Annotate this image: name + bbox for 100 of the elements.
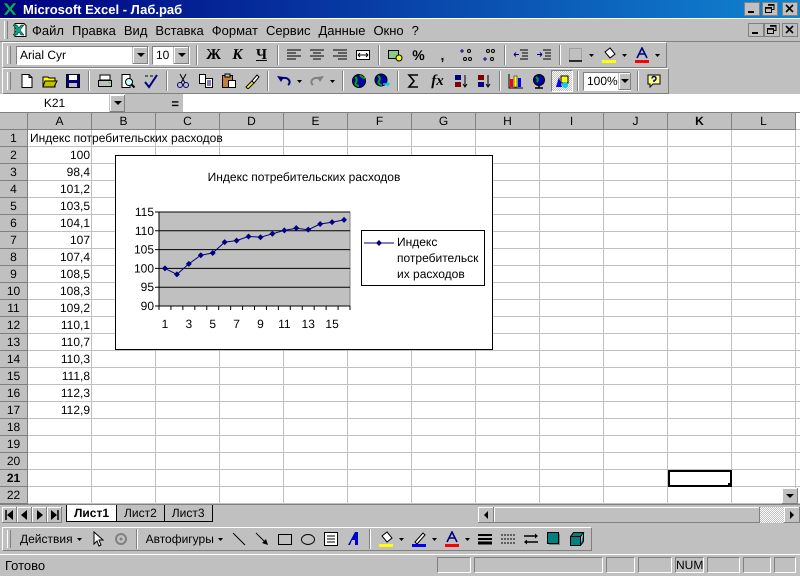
- currency-icon[interactable]: [387, 47, 403, 63]
- decrease-decimal-icon[interactable]: [481, 47, 497, 63]
- chart-icon[interactable]: [508, 73, 524, 89]
- format-button[interactable]: %: [407, 44, 430, 66]
- caret-icon[interactable]: [398, 538, 404, 540]
- row-header[interactable]: 5: [0, 198, 28, 215]
- menu-item[interactable]: Формат: [208, 22, 262, 38]
- row-header[interactable]: 20: [0, 453, 28, 470]
- menu-item[interactable]: Данные: [314, 22, 370, 38]
- menu-item[interactable]: Вид: [120, 22, 152, 38]
- cut-icon[interactable]: [175, 73, 191, 89]
- row-header[interactable]: 17: [0, 402, 28, 419]
- toolbar-handle[interactable]: [7, 46, 11, 64]
- row-header[interactable]: 13: [0, 334, 28, 351]
- menu-button[interactable]: Автофигуры: [142, 529, 227, 549]
- row-header[interactable]: 1: [0, 130, 28, 147]
- map-icon[interactable]: [531, 73, 547, 89]
- toolbar-handle[interactable]: [7, 72, 11, 90]
- caret-icon[interactable]: [330, 80, 335, 82]
- zoom-field[interactable]: 100%: [583, 72, 631, 90]
- print-preview-icon[interactable]: [120, 73, 136, 89]
- excel-logo-icon[interactable]: [2, 1, 18, 17]
- format-button[interactable]: Ж: [202, 44, 225, 66]
- borders-icon[interactable]: [568, 47, 584, 63]
- column-header[interactable]: L: [732, 113, 796, 130]
- column-header[interactable]: G: [412, 113, 476, 130]
- new-file-icon[interactable]: [19, 73, 35, 89]
- menu-item[interactable]: ?: [408, 22, 423, 38]
- menu-button[interactable]: Действия: [16, 529, 86, 549]
- 3d-icon[interactable]: [568, 531, 585, 547]
- printer-icon[interactable]: [97, 73, 113, 89]
- row-header[interactable]: 15: [0, 368, 28, 385]
- chart-area[interactable]: Индекс потребительских расходов 90 95 100 105 110 115 1 3 5 7 9 11 13 15 Индекс потребительских расходов: [115, 155, 493, 350]
- menu-item[interactable]: Файл: [28, 22, 68, 38]
- globe-icon[interactable]: [351, 73, 367, 89]
- scroll-thumb[interactable]: [494, 506, 760, 522]
- caret-icon[interactable]: [622, 54, 627, 56]
- equals-sign[interactable]: =: [171, 96, 179, 110]
- row-header[interactable]: 10: [0, 283, 28, 300]
- row-header[interactable]: 3: [0, 164, 28, 181]
- sort-ascending-icon[interactable]: [453, 73, 469, 89]
- fill-color-icon[interactable]: [601, 47, 617, 63]
- column-header[interactable]: C: [156, 113, 220, 130]
- close-icon[interactable]: [782, 2, 798, 16]
- column-header[interactable]: H: [476, 113, 540, 130]
- menu-item[interactable]: Правка: [68, 22, 120, 38]
- scroll-right-button[interactable]: [784, 506, 800, 522]
- sheet-tab[interactable]: Лист1: [66, 505, 118, 522]
- row-header[interactable]: 7: [0, 232, 28, 249]
- row-header[interactable]: 12: [0, 317, 28, 334]
- font-color-icon[interactable]: [634, 47, 650, 63]
- workbook-icon[interactable]: [12, 22, 28, 38]
- active-cell[interactable]: [668, 470, 732, 487]
- restore-icon[interactable]: [762, 2, 778, 16]
- row-header[interactable]: 19: [0, 436, 28, 453]
- drawing-button[interactable]: [551, 70, 573, 92]
- caret-icon[interactable]: [297, 80, 302, 82]
- column-header[interactable]: E: [284, 113, 348, 130]
- format-button[interactable]: ,: [431, 44, 454, 66]
- copy-icon[interactable]: [198, 73, 214, 89]
- sort-descending-icon[interactable]: [476, 73, 492, 89]
- row-header[interactable]: 22: [0, 487, 28, 504]
- column-header[interactable]: F: [348, 113, 412, 130]
- row-header[interactable]: 6: [0, 215, 28, 232]
- column-header[interactable]: D: [220, 113, 284, 130]
- save-icon[interactable]: [65, 73, 81, 89]
- row-header[interactable]: 14: [0, 351, 28, 368]
- row-header[interactable]: 4: [0, 181, 28, 198]
- menu-item[interactable]: Окно: [369, 22, 408, 38]
- spelling-icon[interactable]: [143, 73, 159, 89]
- row-header[interactable]: 8: [0, 249, 28, 266]
- row-header[interactable]: 9: [0, 266, 28, 283]
- paste-icon[interactable]: [221, 73, 237, 89]
- merge-cells-icon[interactable]: [355, 47, 371, 63]
- first-sheet-icon[interactable]: [3, 508, 16, 522]
- row-header[interactable]: 21: [0, 470, 28, 487]
- column-header[interactable]: K: [668, 113, 732, 130]
- menu-item[interactable]: Сервис: [262, 22, 314, 38]
- caret-icon[interactable]: [589, 54, 594, 56]
- help-icon[interactable]: [646, 73, 662, 89]
- arrow-icon[interactable]: [254, 531, 270, 547]
- font-size-field[interactable]: 10: [152, 46, 190, 64]
- minimize-icon[interactable]: [744, 2, 760, 16]
- format-button[interactable]: Ч: [250, 44, 273, 66]
- rectangle-icon[interactable]: [276, 531, 293, 547]
- scroll-left-button[interactable]: [478, 506, 494, 522]
- font-field[interactable]: Arial Cyr: [16, 46, 149, 64]
- column-header[interactable]: J: [604, 113, 668, 130]
- column-header[interactable]: A: [28, 113, 92, 130]
- minimize-icon[interactable]: [748, 23, 764, 37]
- column-header[interactable]: I: [540, 113, 604, 130]
- toolbar-handle[interactable]: [7, 530, 11, 548]
- format-button[interactable]: К: [226, 44, 249, 66]
- line-icon[interactable]: [230, 531, 247, 547]
- restore-icon[interactable]: [764, 23, 780, 37]
- format-button[interactable]: fx: [426, 70, 449, 92]
- column-header[interactable]: B: [92, 113, 156, 130]
- line-style-icon[interactable]: [476, 531, 493, 547]
- font-color-icon[interactable]: [444, 531, 460, 547]
- brush-icon[interactable]: [244, 73, 260, 89]
